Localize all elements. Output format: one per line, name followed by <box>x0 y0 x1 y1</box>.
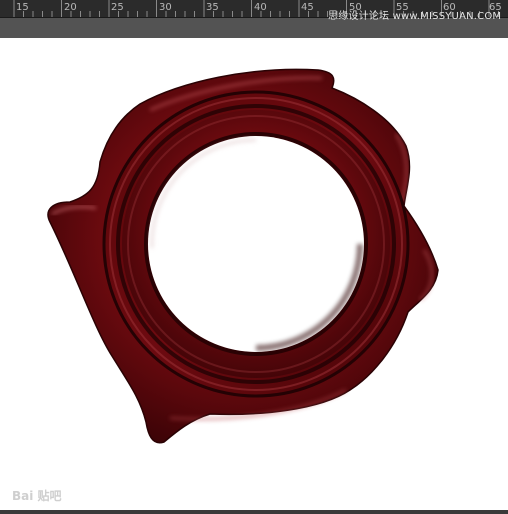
ruler-label-45: 45 <box>301 2 314 13</box>
watermark-top: 思缘设计论坛 www.MISSYUAN.COM <box>328 11 502 22</box>
ruler-label-40: 40 <box>254 2 267 13</box>
document-canvas[interactable] <box>0 38 508 510</box>
watermark-bottom: Bai 贴吧 <box>12 489 62 503</box>
bottom-bar <box>0 510 508 514</box>
ruler-label-35: 35 <box>206 2 219 13</box>
ruler-label-30: 30 <box>159 2 172 13</box>
ruler-label-15: 15 <box>16 2 29 13</box>
ruler-label-25: 25 <box>111 2 124 13</box>
ruler-label-20: 20 <box>64 2 77 13</box>
wax-seal-icon <box>47 68 439 444</box>
horizontal-ruler: 15 20 25 30 35 40 45 50 55 60 65 思缘设计论坛 … <box>0 0 508 38</box>
